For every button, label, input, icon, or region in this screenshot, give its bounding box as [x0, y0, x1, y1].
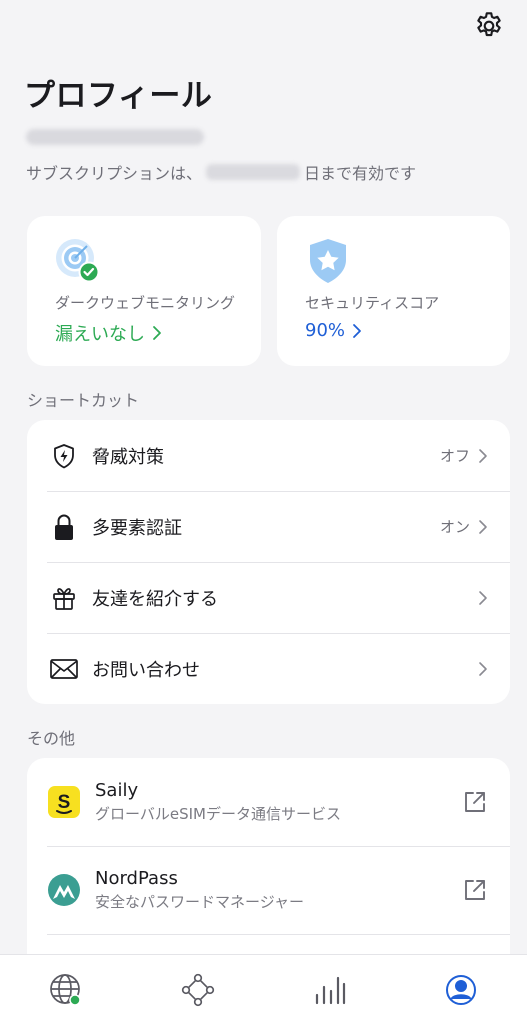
card-label: セキュリティスコア — [305, 294, 440, 312]
shortcut-label: 友達を紹介する — [92, 588, 218, 610]
card-value: 漏えいなし — [55, 320, 163, 346]
nordpass-logo — [47, 873, 81, 907]
divider — [47, 934, 510, 935]
target-check-icon — [53, 236, 103, 286]
shortcut-label: お問い合わせ — [92, 659, 200, 681]
other-apps-list: S Saily グローバルeSIMデータ通信サービス NordPass 安全なパ… — [27, 758, 510, 954]
lock-icon — [49, 512, 79, 542]
bottom-tab-bar — [0, 954, 527, 1024]
shortcut-threat-protection[interactable]: 脅威対策 オフ — [27, 420, 510, 491]
dark-web-monitoring-card[interactable]: ダークウェブモニタリング 漏えいなし — [27, 216, 261, 366]
tab-meshnet[interactable] — [168, 965, 228, 1015]
shortcut-label: 多要素認証 — [92, 517, 182, 539]
stats-icon — [316, 976, 346, 1004]
subscription-status: サブスクリプションは、 日まで有効です — [26, 160, 416, 184]
date-redacted — [206, 164, 301, 180]
chevron-right-icon — [153, 326, 161, 340]
gift-icon — [49, 583, 79, 613]
shortcuts-list: 脅威対策 オフ 多要素認証 オン 友達を紹介する お問い合わせ — [27, 420, 510, 704]
svg-text:S: S — [58, 792, 71, 813]
card-value-text: 漏えいなし — [55, 324, 145, 345]
external-link-icon — [462, 877, 488, 903]
chevron-right-icon — [476, 447, 490, 465]
chevron-right-icon — [476, 589, 490, 607]
globe-icon — [50, 973, 81, 1006]
app-description: グローバルeSIMデータ通信サービス — [95, 805, 341, 823]
shortcut-contact[interactable]: お問い合わせ — [27, 633, 510, 704]
tab-stats[interactable] — [299, 965, 359, 1015]
app-name: NordPass — [95, 868, 178, 889]
profile-icon — [446, 974, 477, 1005]
card-value-text: 90% — [305, 320, 346, 341]
chevron-right-icon — [476, 660, 490, 678]
shortcut-status: オン — [439, 518, 470, 536]
chevron-right-icon — [353, 323, 361, 338]
app-name: Saily — [95, 780, 139, 801]
shortcut-label: 脅威対策 — [92, 446, 164, 468]
chevron-right-icon — [476, 518, 490, 536]
mail-icon — [49, 654, 79, 684]
saily-logo: S — [47, 785, 81, 819]
app-nordpass[interactable]: NordPass 安全なパスワードマネージャー — [27, 846, 510, 934]
gear-icon — [477, 12, 501, 37]
shortcut-refer-friend[interactable]: 友達を紹介する — [27, 562, 510, 633]
page-title: プロフィール — [24, 78, 213, 114]
security-score-card[interactable]: セキュリティスコア 90% — [277, 216, 510, 366]
shortcut-mfa[interactable]: 多要素認証 オン — [27, 491, 510, 562]
card-label: ダークウェブモニタリング — [55, 294, 236, 312]
email-redacted — [26, 129, 204, 145]
settings-button[interactable] — [471, 8, 507, 44]
app-saily[interactable]: S Saily グローバルeSIMデータ通信サービス — [27, 758, 510, 846]
shortcut-status: オフ — [439, 447, 470, 465]
shield-bolt-icon — [49, 441, 79, 471]
subscription-suffix: 日まで有効です — [304, 164, 417, 183]
subscription-prefix: サブスクリプションは、 — [26, 164, 203, 183]
app-description: 安全なパスワードマネージャー — [95, 893, 304, 911]
tab-vpn[interactable] — [36, 965, 96, 1015]
shortcuts-label: ショートカット — [27, 391, 140, 410]
meshnet-icon — [181, 973, 214, 1006]
tab-profile[interactable] — [431, 965, 491, 1015]
external-link-icon — [462, 789, 488, 815]
other-label: その他 — [27, 729, 76, 748]
shield-star-icon — [303, 236, 353, 286]
card-value: 90% — [305, 320, 363, 341]
